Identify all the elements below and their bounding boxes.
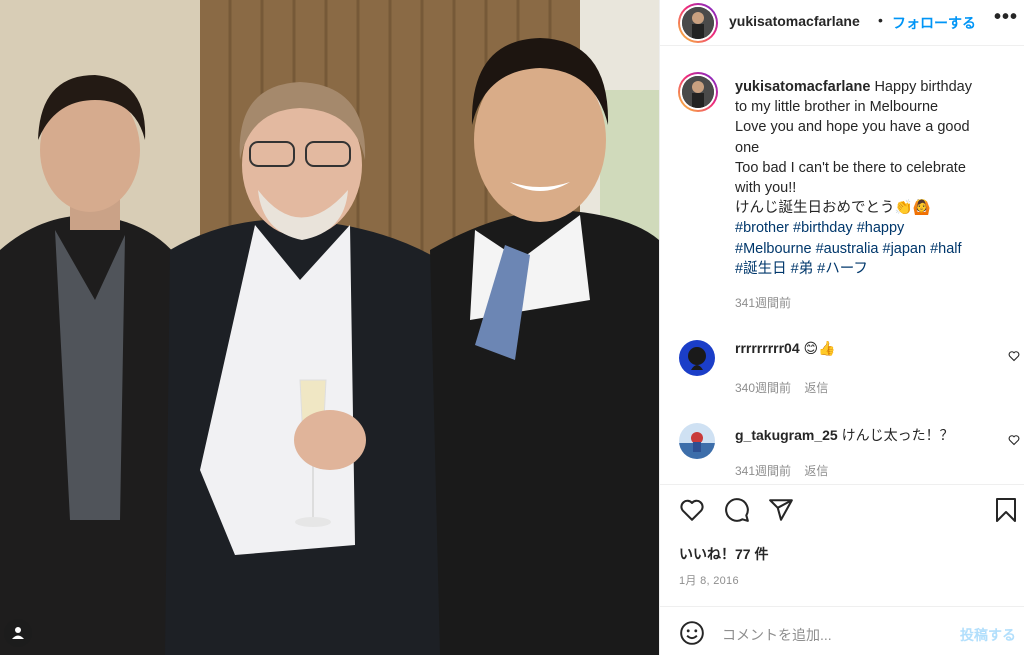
comment-text: けんじ太った！？ (841, 427, 954, 443)
comment-icon[interactable] (724, 497, 750, 528)
caption-avatar[interactable] (678, 72, 718, 112)
caption-line: Love you and hope you have a good (735, 119, 970, 136)
hashtag-line[interactable]: #誕生日 #弟 #ハーフ (735, 261, 868, 277)
author-avatar[interactable] (678, 3, 718, 43)
reply-button[interactable]: 返信 (804, 381, 828, 395)
comment-timestamp[interactable]: 341週間前 (735, 464, 791, 478)
send-icon[interactable] (768, 497, 794, 528)
caption-line: one (735, 139, 760, 156)
comment-input[interactable]: コメントを追加... (722, 625, 832, 645)
reply-button[interactable]: 返信 (804, 464, 828, 478)
action-bar (660, 484, 1024, 522)
caption-line: to my little brother in Melbourne (735, 99, 939, 116)
heart-icon[interactable] (679, 497, 705, 528)
post-comment-button[interactable]: 投稿する (960, 625, 1016, 645)
post-photo[interactable] (0, 0, 659, 655)
caption-username[interactable]: yukisatomacfarlane (735, 79, 870, 95)
post-side-panel: yukisatomacfarlane • フォローする ••• yukisato… (659, 0, 1024, 655)
caption-line: Too bad I can't be there to celebrate (735, 159, 966, 176)
caption-line: with you!! (735, 180, 797, 197)
comment-username[interactable]: g_takugram_25 (735, 427, 838, 443)
commenter-avatar[interactable] (679, 340, 715, 376)
add-comment-bar: コメントを追加... 投稿する (660, 606, 1024, 656)
likes-count[interactable]: いいね！77 件 (679, 544, 768, 564)
person-tag-icon[interactable] (4, 619, 32, 647)
comment-like-icon[interactable] (1008, 349, 1020, 367)
follow-button[interactable]: フォローする (892, 13, 976, 33)
comment-body: g_takugram_25 けんじ太った！？ (735, 425, 954, 445)
header-separator: • (878, 12, 883, 28)
caption-timestamp[interactable]: 341週間前 (735, 293, 1010, 313)
hashtag-line[interactable]: #brother #birthday #happy (735, 220, 904, 236)
hashtag-line[interactable]: #Melbourne #australia #japan #half (735, 241, 962, 257)
post-date[interactable]: 1月 8, 2016 (679, 572, 739, 588)
comment-timestamp[interactable]: 340週間前 (735, 381, 791, 395)
comment-username[interactable]: rrrrrrrrr04 (735, 340, 800, 356)
post-header: yukisatomacfarlane • フォローする ••• (660, 0, 1024, 46)
commenter-avatar[interactable] (679, 423, 715, 459)
post-caption: yukisatomacfarlane Happy birthday to my … (735, 77, 1010, 313)
comment-body: rrrrrrrrr04 😊👍 (735, 340, 836, 357)
author-username[interactable]: yukisatomacfarlane (729, 13, 860, 29)
comment-like-icon[interactable] (1008, 433, 1020, 451)
caption-line: けんじ誕生日おめでとう👏🙆 (735, 200, 931, 217)
photo-illustration (0, 0, 659, 655)
smiley-icon[interactable] (679, 620, 705, 651)
comment-text: 😊👍 (803, 340, 836, 356)
more-options-icon[interactable]: ••• (994, 6, 1018, 29)
bookmark-icon[interactable] (994, 497, 1018, 528)
caption-line: Happy birthday (874, 79, 972, 95)
